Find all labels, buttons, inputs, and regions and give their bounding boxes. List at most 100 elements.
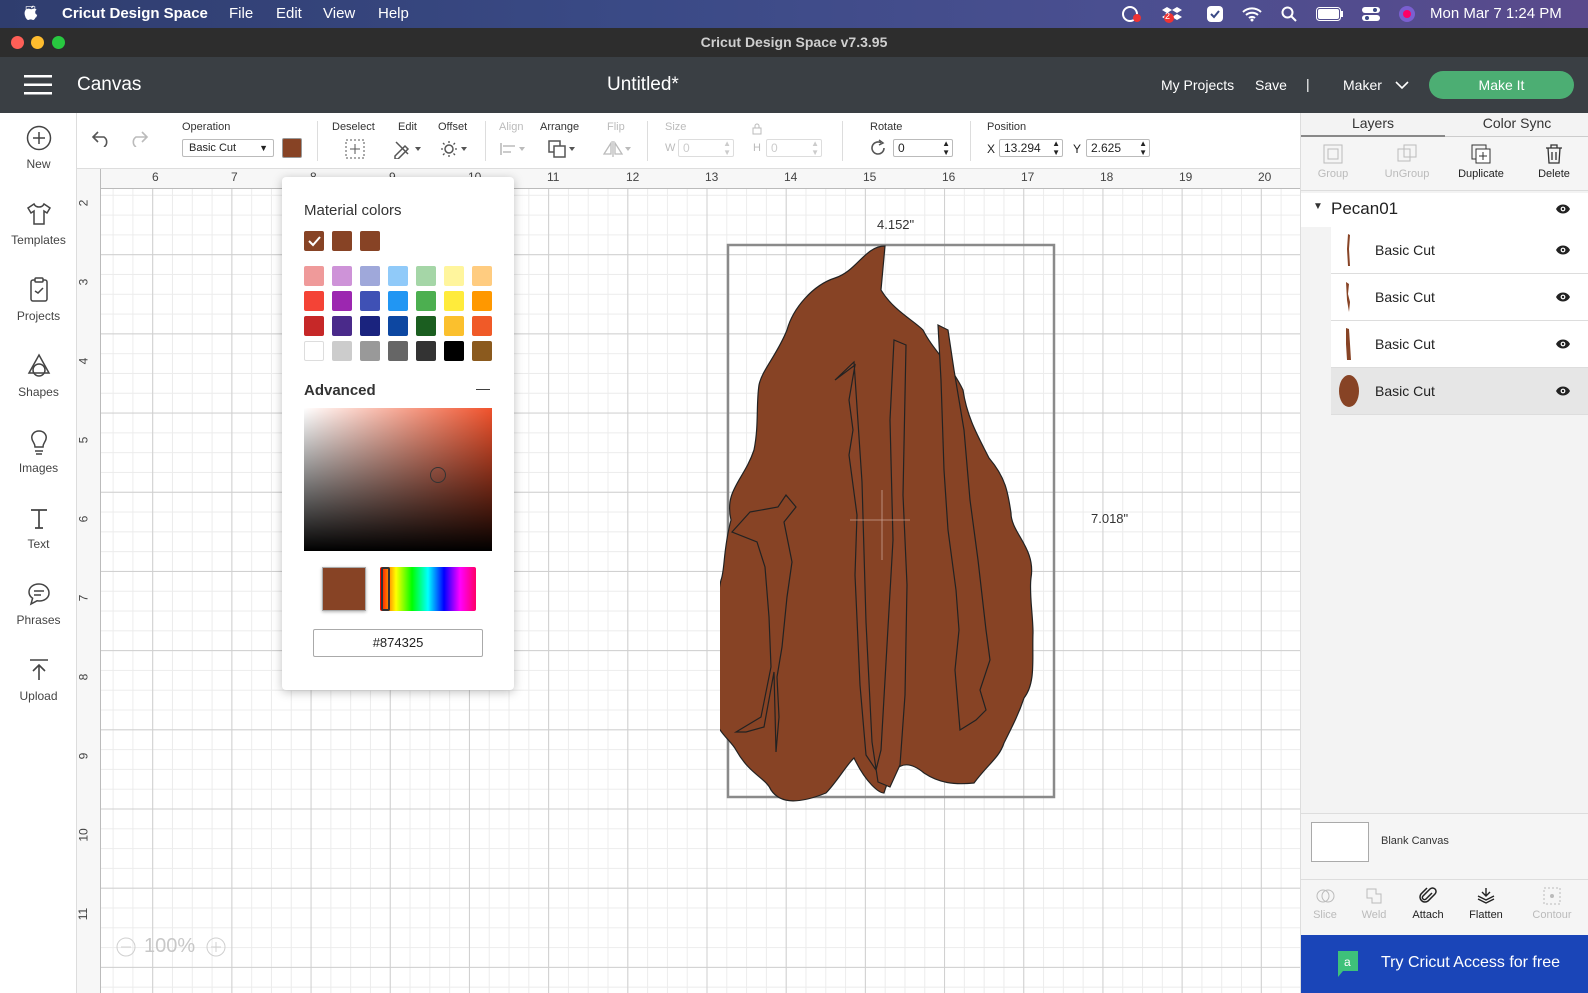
palette-swatch[interactable] — [388, 341, 408, 361]
palette-swatch[interactable] — [360, 266, 380, 286]
chevron-down-icon[interactable] — [1395, 81, 1409, 90]
sidebar-item-images[interactable]: Images — [0, 429, 77, 475]
hex-input[interactable]: #874325 — [313, 629, 483, 657]
minimize-window-button[interactable] — [31, 36, 44, 49]
attach-button[interactable]: Attach — [1406, 886, 1450, 921]
duplicate-button[interactable]: Duplicate — [1451, 143, 1511, 180]
palette-swatch[interactable] — [472, 316, 492, 336]
palette-swatch[interactable] — [332, 316, 352, 336]
palette-swatch[interactable] — [360, 291, 380, 311]
wifi-icon[interactable] — [1242, 6, 1262, 22]
position-y-input[interactable]: 2.625 ▲ ▼ — [1086, 139, 1150, 157]
palette-swatch[interactable] — [444, 266, 464, 286]
operation-select[interactable]: Basic Cut ▼ — [182, 139, 274, 157]
menubar-clock[interactable]: Mon Mar 7 1:24 PM — [1430, 5, 1562, 22]
palette-swatch[interactable] — [360, 316, 380, 336]
close-window-button[interactable] — [11, 36, 24, 49]
slice-button[interactable]: Slice — [1307, 886, 1343, 921]
material-swatch[interactable] — [360, 231, 380, 251]
align-icon[interactable] — [499, 141, 527, 157]
position-x-input[interactable]: 13.294 ▲ ▼ — [999, 139, 1063, 157]
deselect-icon[interactable] — [345, 139, 365, 159]
eye-icon[interactable] — [1555, 291, 1571, 303]
machine-selector[interactable]: Maker — [1343, 77, 1382, 93]
zoom-window-button[interactable] — [52, 36, 65, 49]
arrange-icon[interactable] — [547, 139, 577, 159]
palette-swatch[interactable] — [304, 341, 324, 361]
group-button[interactable]: Group — [1313, 143, 1353, 180]
offset-icon[interactable] — [440, 139, 470, 159]
blank-canvas-row[interactable]: Blank Canvas — [1301, 813, 1588, 879]
flatten-button[interactable]: Flatten — [1464, 886, 1508, 921]
palette-swatch[interactable] — [472, 341, 492, 361]
palette-swatch[interactable] — [416, 316, 436, 336]
layer-row[interactable]: Basic Cut — [1331, 274, 1588, 321]
make-it-button[interactable]: Make It — [1429, 71, 1574, 99]
design-canvas[interactable] — [77, 169, 1300, 993]
width-input[interactable]: 0 ▲ ▼ — [678, 139, 734, 157]
palette-swatch[interactable] — [388, 266, 408, 286]
palette-swatch[interactable] — [472, 291, 492, 311]
control-center-icon[interactable] — [1362, 6, 1380, 22]
checkmark-app-icon[interactable] — [1207, 6, 1223, 22]
sidebar-item-phrases[interactable]: Phrases — [0, 581, 77, 627]
my-projects-link[interactable]: My Projects — [1161, 77, 1234, 93]
palette-swatch[interactable] — [304, 291, 324, 311]
pecan-design[interactable] — [720, 240, 1060, 810]
lock-icon[interactable] — [752, 123, 762, 135]
palette-swatch[interactable] — [332, 341, 352, 361]
edit-tools-icon[interactable] — [393, 139, 423, 159]
sidebar-item-upload[interactable]: Upload — [0, 657, 77, 703]
layer-row[interactable]: Basic Cut — [1331, 227, 1588, 274]
creative-cloud-icon[interactable] — [1121, 5, 1143, 23]
redo-icon[interactable] — [127, 129, 149, 147]
palette-swatch[interactable] — [332, 266, 352, 286]
palette-swatch[interactable] — [332, 291, 352, 311]
flip-icon[interactable] — [603, 140, 633, 158]
battery-icon[interactable] — [1316, 7, 1344, 21]
apple-logo-icon[interactable] — [23, 5, 38, 22]
palette-swatch[interactable] — [416, 266, 436, 286]
document-title[interactable]: Untitled* — [607, 74, 679, 96]
zoom-in-icon[interactable] — [206, 937, 226, 957]
sidebar-item-projects[interactable]: Projects — [0, 277, 77, 323]
eye-icon[interactable] — [1555, 203, 1571, 215]
sidebar-item-templates[interactable]: Templates — [0, 201, 77, 247]
save-button[interactable]: Save — [1255, 77, 1287, 93]
sidebar-item-text[interactable]: Text — [0, 505, 77, 551]
saturation-value-field[interactable] — [304, 408, 492, 551]
hue-slider-handle[interactable] — [381, 567, 390, 611]
palette-swatch[interactable] — [416, 341, 436, 361]
eye-icon[interactable] — [1555, 338, 1571, 350]
palette-swatch[interactable] — [304, 316, 324, 336]
palette-swatch[interactable] — [304, 266, 324, 286]
ungroup-button[interactable]: UnGroup — [1377, 143, 1437, 180]
hue-slider[interactable] — [380, 567, 476, 611]
color-picker-handle[interactable] — [430, 467, 446, 483]
zoom-out-icon[interactable] — [116, 937, 136, 957]
eye-icon[interactable] — [1555, 244, 1571, 256]
cricut-access-banner[interactable]: a Try Cricut Access for free — [1301, 935, 1588, 993]
rotate-input[interactable]: 0 ▲ ▼ — [893, 139, 953, 157]
palette-swatch[interactable] — [360, 341, 380, 361]
height-input[interactable]: 0 ▲ ▼ — [766, 139, 822, 157]
palette-swatch[interactable] — [444, 341, 464, 361]
menu-view[interactable]: View — [323, 5, 355, 22]
tab-layers[interactable]: Layers — [1301, 113, 1445, 137]
palette-swatch[interactable] — [388, 291, 408, 311]
eye-icon[interactable] — [1555, 385, 1571, 397]
contour-button[interactable]: Contour — [1527, 886, 1577, 921]
collapse-advanced-button[interactable]: — — [476, 380, 490, 396]
palette-swatch[interactable] — [444, 316, 464, 336]
hamburger-menu-icon[interactable] — [24, 75, 52, 95]
siri-icon[interactable] — [1398, 5, 1416, 23]
app-name-menu[interactable]: Cricut Design Space — [62, 5, 208, 22]
menu-help[interactable]: Help — [378, 5, 409, 22]
undo-icon[interactable] — [91, 129, 113, 147]
material-swatch-selected[interactable] — [304, 231, 324, 251]
collapse-triangle-icon[interactable]: ▼ — [1313, 201, 1323, 212]
material-swatch[interactable] — [332, 231, 352, 251]
rotate-icon[interactable] — [869, 139, 887, 157]
palette-swatch[interactable] — [416, 291, 436, 311]
tab-color-sync[interactable]: Color Sync — [1445, 113, 1588, 137]
